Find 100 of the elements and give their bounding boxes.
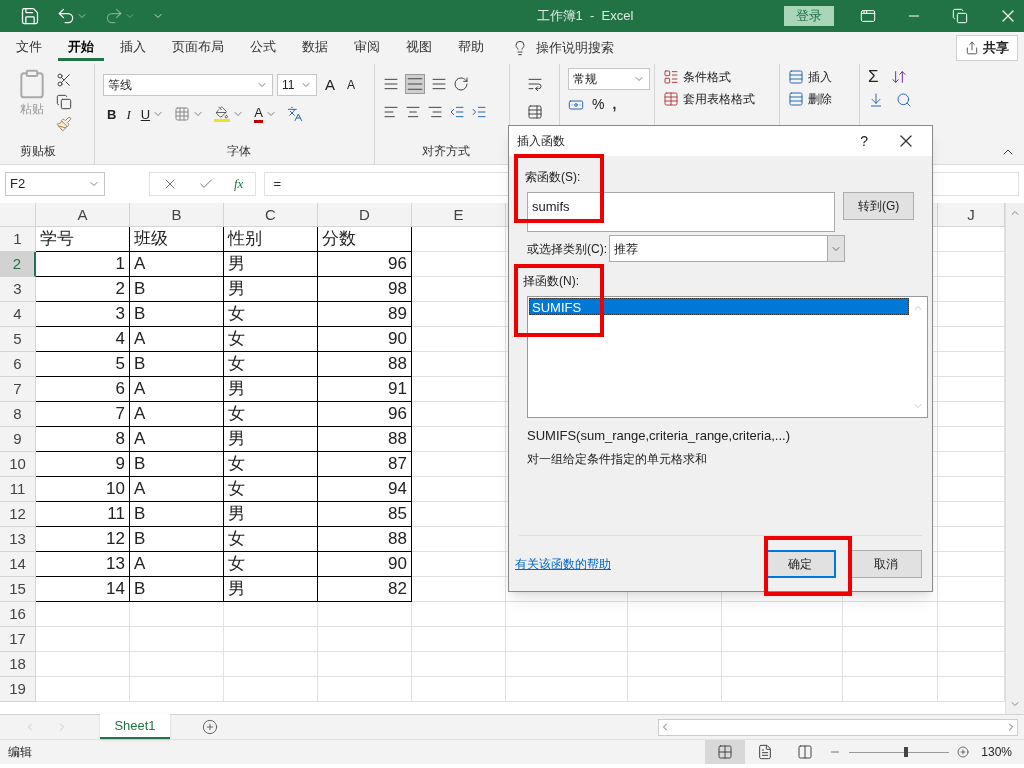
grid-cell[interactable] [224, 627, 318, 652]
slider-thumb[interactable] [904, 746, 909, 757]
cells-button[interactable]: 删除 [788, 90, 859, 108]
grid-cell[interactable] [36, 602, 130, 627]
help-link[interactable]: 有关该函数的帮助 [515, 554, 611, 573]
format-painter-icon[interactable] [56, 116, 72, 132]
grid-cell[interactable] [506, 677, 628, 702]
grid-cell[interactable] [843, 652, 938, 677]
table-icon[interactable] [663, 91, 679, 107]
grid-cell[interactable] [412, 327, 506, 352]
row-header[interactable]: 9 [0, 427, 36, 452]
shrink-font-button[interactable]: A [343, 76, 360, 95]
grid-cell[interactable] [628, 652, 722, 677]
grid-cell[interactable] [506, 627, 628, 652]
grid-cell[interactable] [130, 627, 224, 652]
decrease-indent-icon[interactable] [449, 104, 465, 120]
normal-view-icon[interactable] [717, 744, 734, 760]
add-sheet-icon[interactable] [202, 719, 218, 735]
function-list-item[interactable]: SUMIFS [529, 298, 909, 315]
bold-button[interactable]: B [107, 104, 117, 124]
font-name-field[interactable]: 等线 [103, 74, 273, 97]
cancel-button[interactable]: 取消 [849, 549, 922, 578]
grid-cell[interactable] [506, 602, 628, 627]
delete-cells-icon[interactable] [788, 91, 804, 107]
grid-cell[interactable] [843, 627, 938, 652]
search-field[interactable]: sumifs [527, 192, 836, 232]
share-button[interactable]: 共享 [956, 35, 1018, 61]
grid-cell[interactable] [412, 452, 506, 477]
page-layout-icon[interactable] [757, 744, 774, 760]
row-header[interactable]: 13 [0, 527, 36, 552]
grid-cell[interactable] [130, 602, 224, 627]
zoom-level[interactable]: 130% [969, 743, 1024, 761]
row-header[interactable]: 19 [0, 677, 36, 702]
ribbon-tab[interactable]: 文件 [6, 35, 52, 61]
grid-cell[interactable] [722, 627, 843, 652]
styles-button[interactable]: 套用表格格式 [663, 90, 779, 108]
grid-cell[interactable] [722, 677, 843, 702]
ribbon-tab[interactable]: 页面布局 [162, 35, 234, 61]
grid-cell[interactable] [722, 652, 843, 677]
grid-cell[interactable] [412, 477, 506, 502]
grid-cell[interactable] [412, 427, 506, 452]
wrap-text-icon[interactable] [526, 76, 543, 92]
row-header[interactable]: 7 [0, 377, 36, 402]
percent-button[interactable]: % [592, 94, 605, 115]
horizontal-scrollbar[interactable] [658, 718, 1018, 736]
sort-icon[interactable] [890, 69, 907, 85]
save-icon[interactable] [20, 6, 40, 26]
row-header[interactable]: 18 [0, 652, 36, 677]
undo-icon[interactable] [56, 6, 76, 26]
sign-in-button[interactable]: 登录 [784, 6, 834, 26]
page-break-icon[interactable] [797, 744, 814, 760]
grow-font-button[interactable]: A [321, 74, 339, 97]
align-center-icon[interactable] [405, 104, 421, 120]
grid-cell[interactable] [412, 502, 506, 527]
insert-function-button[interactable]: fx [234, 174, 244, 194]
grid-cell[interactable] [412, 577, 506, 602]
grid-cell[interactable] [628, 627, 722, 652]
copy-icon[interactable] [56, 94, 72, 110]
grid-cell[interactable] [412, 652, 506, 677]
grid-cell[interactable] [130, 652, 224, 677]
category-dropdown[interactable]: 推荐 [609, 235, 845, 262]
increase-indent-icon[interactable] [471, 104, 487, 120]
column-header[interactable]: A [36, 203, 130, 226]
grid-cell[interactable] [843, 602, 938, 627]
cells-button[interactable]: 插入 [788, 68, 859, 86]
cut-icon[interactable] [56, 72, 72, 88]
grid-cell[interactable] [628, 677, 722, 702]
ribbon-tab[interactable]: 审阅 [344, 35, 390, 61]
grid-cell[interactable] [412, 377, 506, 402]
grid-cell[interactable] [224, 677, 318, 702]
grid-cell[interactable] [318, 602, 412, 627]
go-button[interactable]: 转到(G) [843, 192, 914, 220]
grid-cell[interactable] [318, 652, 412, 677]
zoom-in-icon[interactable] [957, 746, 970, 758]
grid-cell[interactable] [36, 652, 130, 677]
ribbon-tab[interactable]: 公式 [240, 35, 286, 61]
phonetic-icon[interactable] [286, 106, 303, 123]
help-button[interactable]: ? [860, 130, 868, 152]
grid-cell[interactable] [506, 652, 628, 677]
row-header[interactable]: 4 [0, 302, 36, 327]
grid-cell[interactable] [412, 277, 506, 302]
lightbulb-icon[interactable] [512, 40, 528, 56]
insert-cells-icon[interactable] [788, 69, 804, 85]
grid-cell[interactable] [412, 402, 506, 427]
align-left-icon[interactable] [383, 104, 399, 120]
orientation-icon[interactable] [453, 76, 469, 92]
row-header[interactable]: 16 [0, 602, 36, 627]
ribbon-tab[interactable]: 帮助 [448, 35, 494, 61]
name-box[interactable]: F2 [5, 172, 105, 196]
align-bottom-icon[interactable] [431, 76, 447, 92]
row-header[interactable]: 8 [0, 402, 36, 427]
share-icon[interactable] [965, 41, 979, 55]
underline-button[interactable]: U [140, 104, 151, 124]
row-header[interactable]: 14 [0, 552, 36, 577]
comma-button[interactable]: , [612, 94, 617, 115]
row-header[interactable]: 11 [0, 477, 36, 502]
row-header[interactable]: 6 [0, 352, 36, 377]
grid-cell[interactable] [843, 677, 938, 702]
conditional-format-icon[interactable] [663, 69, 679, 85]
grid-cell[interactable] [318, 677, 412, 702]
